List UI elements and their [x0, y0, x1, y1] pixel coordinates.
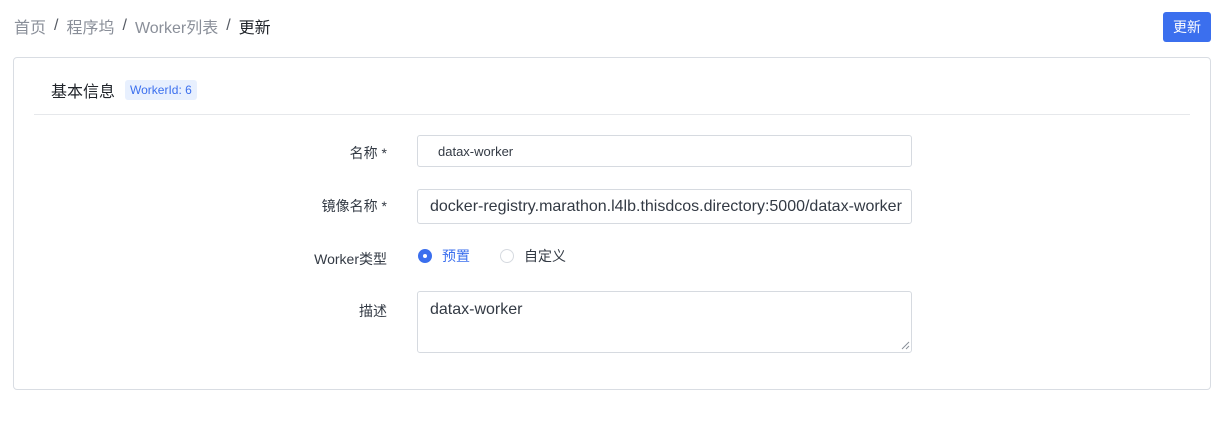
card-header: 基本信息 WorkerId: 6 [51, 78, 197, 102]
update-button[interactable]: 更新 [1163, 12, 1211, 42]
breadcrumb-separator: / [54, 17, 59, 34]
breadcrumb-program-dock[interactable]: 程序坞 [66, 14, 114, 38]
breadcrumb-separator: / [226, 17, 231, 34]
radio-preset-label: 预置 [442, 248, 470, 264]
description-label: 描述 [359, 303, 387, 319]
radio-checked-icon [418, 249, 432, 263]
card-title: 基本信息 [51, 84, 116, 101]
worker-type-label: Worker类型 [314, 251, 387, 267]
breadcrumb: 首页 / 程序坞 / Worker列表 / 更新 [14, 14, 271, 38]
header-divider [34, 114, 1190, 115]
resize-handle-icon[interactable] [901, 341, 910, 350]
description-textarea[interactable]: datax-worker [417, 291, 912, 353]
basic-info-card: 基本信息 WorkerId: 6 名称 * 镜像名称 * docker-regi… [13, 57, 1211, 390]
radio-custom-label: 自定义 [524, 248, 566, 264]
radio-unchecked-icon [500, 249, 514, 263]
radio-custom[interactable]: 自定义 [500, 246, 566, 266]
name-input[interactable] [417, 135, 912, 167]
breadcrumb-separator: / [122, 17, 127, 34]
radio-preset[interactable]: 预置 [418, 246, 470, 266]
breadcrumb-current: 更新 [238, 20, 271, 37]
worker-id-tag: WorkerId: 6 [125, 80, 197, 100]
breadcrumb-worker-list[interactable]: Worker列表 [135, 14, 218, 38]
image-name-value: docker-registry.marathon.l4lb.thisdcos.d… [430, 197, 902, 215]
worker-type-radio-group: 预置 自定义 [418, 246, 566, 266]
name-label: 名称 * [349, 145, 387, 161]
breadcrumb-home[interactable]: 首页 [14, 14, 46, 38]
image-name-input[interactable]: docker-registry.marathon.l4lb.thisdcos.d… [417, 189, 912, 224]
image-name-label: 镜像名称 * [321, 198, 387, 214]
